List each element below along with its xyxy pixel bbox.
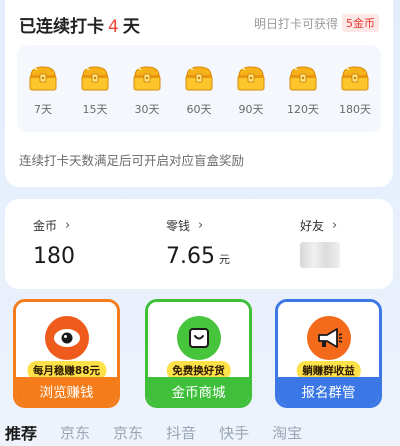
wallet-card: 金币 › 180 零钱 › 7.65 元 好友 › (5, 199, 393, 289)
change-section[interactable]: 零钱 › 7.65 元 (166, 217, 230, 269)
treasure-box-icon (339, 63, 371, 93)
blind-box-label: 7天 (34, 103, 52, 116)
category-tab-bar: 推荐 京东 京东 抖音 快手 淘宝 (0, 426, 400, 446)
checkin-days-count: 4 (108, 17, 119, 37)
shopping-bag-icon (176, 316, 221, 360)
tab-jd[interactable]: 京东 (60, 426, 90, 441)
treasure-box-icon (183, 63, 215, 93)
treasure-box-icon (27, 63, 59, 93)
blind-box-90[interactable]: 90天 (231, 63, 271, 117)
chevron-right-icon: › (65, 218, 71, 233)
browse-earn-title: 浏览赚钱 (16, 377, 117, 405)
change-amount: 7.65 (166, 244, 215, 269)
blind-box-label: 90天 (238, 103, 264, 116)
tab-douyin[interactable]: 抖音 (166, 426, 196, 441)
checkin-title: 已连续打卡 4 天 (19, 12, 140, 37)
treasure-box-icon (235, 63, 267, 93)
tomorrow-reward-text: 明日打卡可获得 (253, 16, 338, 31)
coin-mall-title: 金币商城 (148, 377, 249, 405)
tomorrow-reward-badge: 5金币 (342, 14, 379, 32)
blind-box-strip: 7天 15天 30天 60天 90天 120天 180天 (17, 45, 381, 132)
chevron-right-icon: › (198, 218, 204, 233)
blind-box-30[interactable]: 30天 (127, 63, 167, 117)
tab-jd-2[interactable]: 京东 (113, 426, 143, 441)
blind-box-60[interactable]: 60天 (179, 63, 219, 117)
friends-avatar-blurred (300, 242, 340, 268)
treasure-box-icon (79, 63, 111, 93)
tab-taobao[interactable]: 淘宝 (272, 426, 302, 441)
friends-label-text: 好友 (300, 219, 325, 233)
blind-box-label: 30天 (134, 103, 160, 116)
coin-mall-card[interactable]: 免费换好货 金币商城 (145, 299, 252, 408)
browse-earn-card[interactable]: 每月稳赚88元 浏览赚钱 (13, 299, 120, 408)
checkin-title-prefix: 已连续打卡 (19, 17, 104, 37)
tab-kuaishou[interactable]: 快手 (219, 426, 249, 441)
blind-box-15[interactable]: 15天 (75, 63, 115, 117)
blind-box-120[interactable]: 120天 (283, 63, 323, 117)
coins-value: 180 (33, 244, 75, 269)
blind-box-label: 15天 (82, 103, 108, 116)
change-value: 7.65 元 (166, 244, 230, 269)
checkin-hint-text: 连续打卡天数满足后可开启对应盲盒奖励 (19, 153, 245, 168)
blind-box-label: 60天 (186, 103, 212, 116)
change-label-text: 零钱 (166, 219, 191, 233)
treasure-box-icon (287, 63, 319, 93)
blind-box-180[interactable]: 180天 (335, 63, 375, 117)
coins-label-text: 金币 (33, 219, 58, 233)
group-manager-card[interactable]: 躺赚群收益 报名群管 (275, 299, 382, 408)
checkin-card: 已连续打卡 4 天 明日打卡可获得 5金币 7天 15天 30天 60天 90天 1… (5, 0, 393, 187)
change-label: 零钱 › (166, 217, 230, 234)
friends-label: 好友 › (300, 217, 340, 234)
blind-box-7[interactable]: 7天 (23, 63, 63, 117)
change-unit: 元 (218, 253, 230, 266)
treasure-box-icon (131, 63, 163, 93)
checkin-title-suffix: 天 (122, 17, 140, 37)
group-manager-title: 报名群管 (278, 377, 379, 405)
tomorrow-reward-info: 明日打卡可获得 5金币 (254, 14, 379, 32)
friends-section[interactable]: 好友 › (300, 217, 340, 268)
megaphone-icon (306, 316, 351, 360)
coins-label: 金币 › (33, 217, 75, 234)
blind-box-label: 180天 (339, 103, 371, 116)
coins-section[interactable]: 金币 › 180 (33, 217, 75, 269)
blind-box-label: 120天 (287, 103, 319, 116)
eye-icon (44, 316, 89, 360)
chevron-right-icon: › (332, 218, 338, 233)
tab-recommend[interactable]: 推荐 (5, 426, 37, 442)
